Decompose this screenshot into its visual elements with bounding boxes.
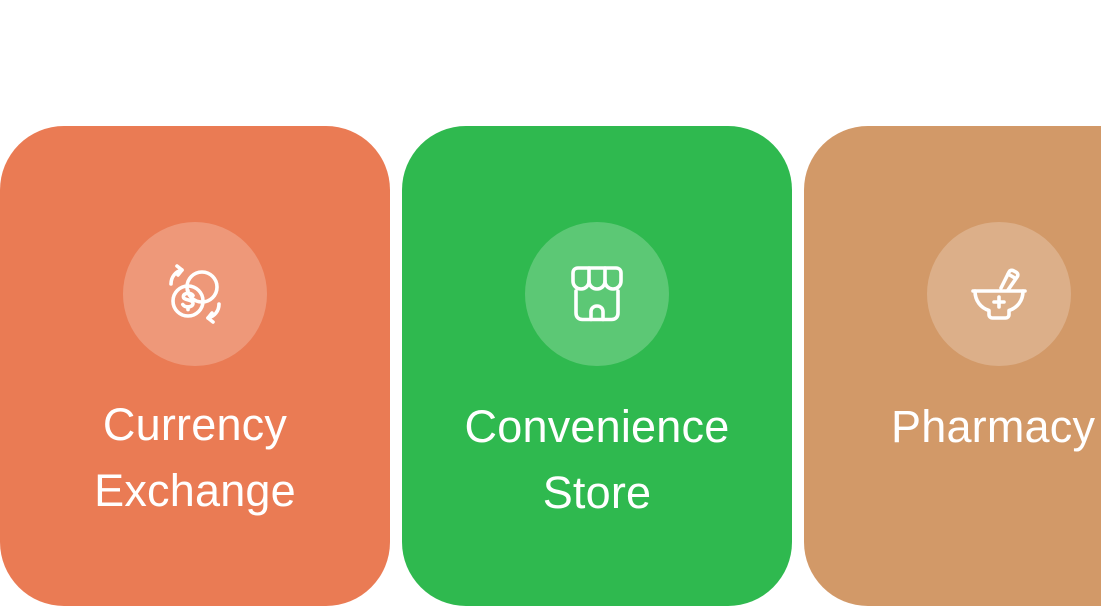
convenience-store-label-line1: Convenience	[464, 401, 730, 452]
currency-exchange-label: Currency Exchange	[0, 392, 390, 524]
category-carousel: Currency Exchange Convenience Store Phar…	[0, 0, 1101, 606]
mortar-pestle-icon	[971, 268, 1027, 320]
pharmacy-icon-badge	[927, 222, 1071, 366]
currency-exchange-icon-badge	[123, 222, 267, 366]
currency-exchange-card[interactable]: Currency Exchange	[0, 126, 390, 606]
pharmacy-label-line1: Pharmacy	[891, 401, 1096, 452]
convenience-store-icon-badge	[525, 222, 669, 366]
convenience-store-label: Convenience Store	[402, 394, 792, 526]
storefront-icon	[571, 266, 623, 322]
currency-exchange-icon	[169, 264, 221, 324]
pharmacy-label: Pharmacy	[794, 394, 1101, 460]
pharmacy-card[interactable]: Pharmacy	[804, 126, 1101, 606]
convenience-store-label-line2: Store	[542, 467, 652, 518]
convenience-store-card[interactable]: Convenience Store	[402, 126, 792, 606]
currency-exchange-label-line1: Currency	[102, 399, 288, 450]
currency-exchange-label-line2: Exchange	[94, 465, 296, 516]
